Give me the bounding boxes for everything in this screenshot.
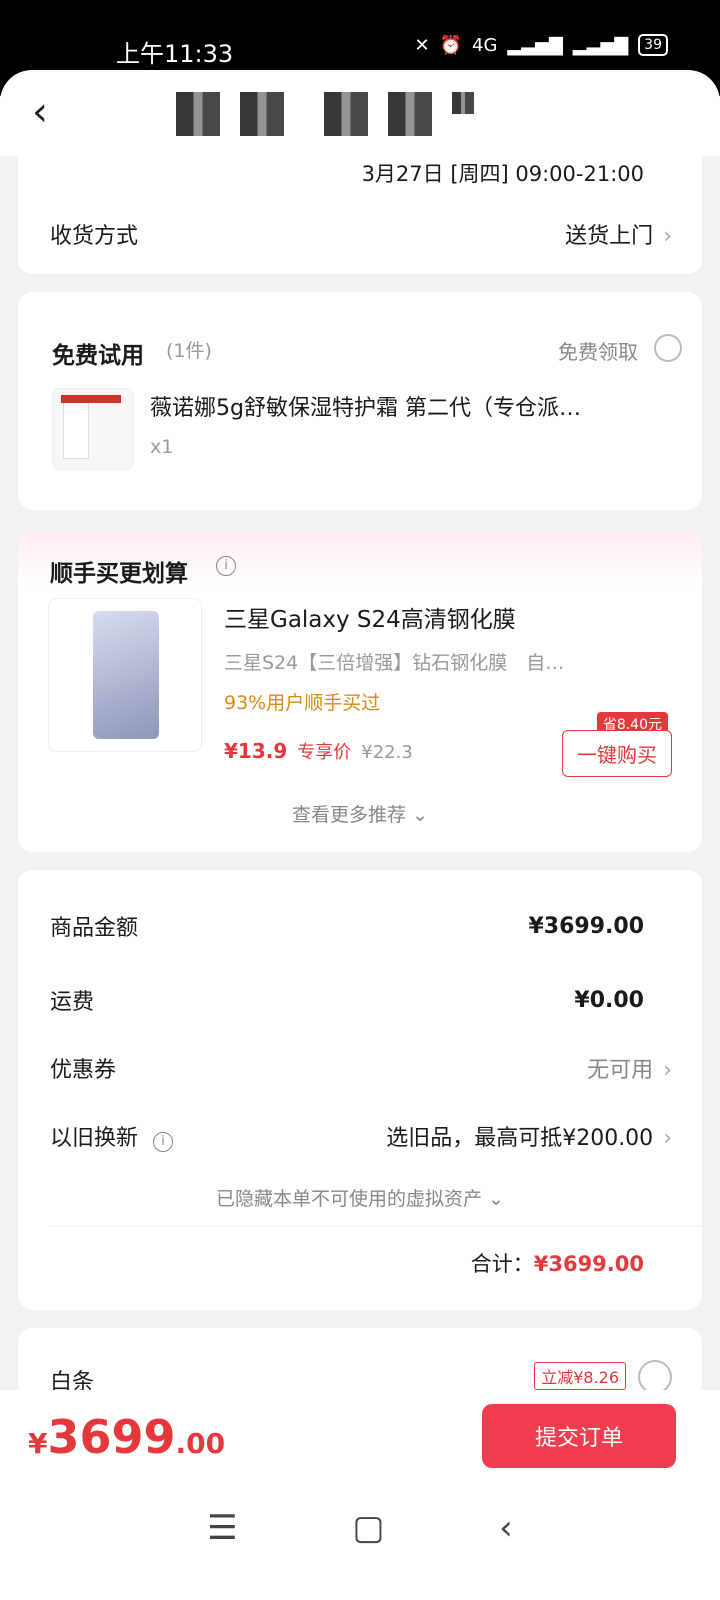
total-line: 合计：¥3699.00 — [471, 1248, 644, 1278]
chevron-right-icon: › — [663, 1058, 672, 1083]
coupon-row[interactable]: 优惠券 无可用 › — [50, 1052, 672, 1084]
chevron-right-icon: › — [663, 1126, 672, 1151]
goods-amount-value: ¥3699.00 — [528, 913, 644, 939]
see-more-link[interactable]: 查看更多推荐 ⌄ — [18, 800, 702, 827]
network-label: 4G — [472, 34, 498, 56]
home-square-icon[interactable]: ▢ — [352, 1508, 384, 1548]
redacted-block — [388, 92, 432, 136]
goods-amount-row: 商品金额 ¥3699.00 — [50, 910, 672, 942]
status-icons: ✕ ⏰ 4G ▂▃▅▇ ▂▃▅▇ 39 — [414, 34, 668, 56]
bottom-bar: ¥ 3699 .00 提交订单 ☰ ▢ ‹ — [0, 1390, 720, 1600]
product-label-shape — [61, 395, 121, 403]
delivery-method-label: 收货方式 — [50, 224, 139, 249]
shipping-value: ¥0.00 — [574, 987, 644, 1013]
reco-product-image[interactable] — [48, 598, 202, 752]
divider — [48, 1226, 702, 1227]
bottom-total: ¥ 3699 .00 — [28, 1410, 225, 1464]
trial-product-qty: x1 — [150, 436, 174, 458]
trial-title: 免费试用 — [52, 343, 144, 369]
reco-product-desc: 三星S24【三倍增强】钻石钢化膜 自… — [224, 652, 565, 674]
trade-in-value-wrap: 选旧品，最高可抵¥200.00 › — [386, 1120, 672, 1152]
see-more-label: 查看更多推荐 — [292, 804, 407, 826]
reco-price: ¥13.9 — [224, 739, 288, 763]
delivery-card: 3月27日 [周四] 09:00-21:00 收货方式 送货上门 › — [18, 150, 702, 274]
reco-popularity: 93%用户顺手买过 — [224, 692, 381, 714]
redacted-block — [324, 92, 368, 136]
battery-icon: 39 — [638, 34, 668, 56]
info-icon[interactable]: i — [216, 556, 236, 576]
order-summary-card: 商品金额 ¥3699.00 运费 ¥0.00 优惠券 无可用 › 以旧换新 i 选… — [18, 870, 702, 1310]
trade-in-label: 以旧换新 — [50, 1126, 139, 1151]
system-nav-bar: ☰ ▢ ‹ — [0, 1508, 720, 1548]
delivery-method-row[interactable]: 收货方式 送货上门 › — [50, 218, 672, 250]
redacted-block — [176, 92, 220, 136]
hidden-assets-label: 已隐藏本单不可使用的虚拟资产 — [216, 1188, 483, 1210]
back-icon[interactable]: ‹ — [499, 1508, 513, 1548]
reco-price-line: ¥13.9 专享价 ¥22.3 — [224, 738, 413, 764]
phone-film-shape — [93, 611, 159, 739]
trade-in-row[interactable]: 以旧换新 i 选旧品，最高可抵¥200.00 › — [50, 1120, 672, 1152]
hidden-assets-toggle[interactable]: 已隐藏本单不可使用的虚拟资产 ⌄ — [18, 1184, 702, 1211]
chevron-down-icon: ⌄ — [412, 804, 428, 826]
amount-decimal: .00 — [175, 1427, 226, 1460]
payment-discount-badge: 立减¥8.26 — [534, 1362, 626, 1390]
trial-product-name[interactable]: 薇诺娜5g舒敏保湿特护霜 第二代（专仓派… — [150, 390, 581, 422]
trade-in-value: 选旧品，最高可抵¥200.00 — [386, 1126, 654, 1151]
delivery-method-value: 送货上门 — [565, 224, 654, 249]
total-value: ¥3699.00 — [533, 1252, 644, 1276]
shipping-label: 运费 — [50, 990, 95, 1015]
redacted-block — [240, 92, 284, 136]
amount-integer: 3699 — [47, 1410, 176, 1464]
trial-product-image[interactable] — [52, 388, 134, 470]
one-click-buy-button[interactable]: 一键购买 — [562, 730, 672, 777]
coupon-value: 无可用 — [587, 1058, 654, 1083]
signal-icon-2: ▂▃▅▇ — [572, 34, 629, 56]
trial-count: (1件) — [166, 340, 212, 362]
coupon-label: 优惠券 — [50, 1058, 117, 1083]
page-title-redacted — [176, 92, 474, 136]
top-navigation: ‹ — [0, 70, 720, 156]
info-icon[interactable]: i — [153, 1132, 174, 1152]
trade-in-label-wrap: 以旧换新 i — [50, 1120, 174, 1152]
free-trial-card: 免费试用 (1件) 免费领取 薇诺娜5g舒敏保湿特护霜 第二代（专仓派… x1 — [18, 292, 702, 510]
goods-amount-label: 商品金额 — [50, 916, 139, 941]
reco-original-price: ¥22.3 — [361, 742, 413, 763]
payment-card: 白条 立减¥8.26 — [18, 1328, 702, 1398]
total-label: 合计： — [470, 1252, 534, 1276]
delivery-method-value-wrap: 送货上门 › — [565, 218, 672, 250]
trial-claim-radio[interactable] — [654, 334, 682, 362]
reco-price-label: 专享价 — [297, 742, 352, 763]
back-chevron-icon[interactable]: ‹ — [32, 92, 48, 132]
redacted-block — [452, 92, 474, 114]
chevron-down-icon: ⌄ — [488, 1188, 504, 1210]
alarm-icon: ⏰ — [439, 34, 463, 56]
payment-radio[interactable] — [638, 1360, 672, 1394]
chevron-right-icon: › — [663, 224, 672, 249]
reco-title: 顺手买更划算 — [50, 561, 188, 587]
trial-claim-label: 免费领取 — [558, 340, 638, 364]
product-box-shape — [63, 401, 89, 459]
menu-icon[interactable]: ☰ — [207, 1508, 237, 1548]
coupon-value-wrap: 无可用 › — [587, 1052, 672, 1084]
status-time: 上午11:33 — [116, 40, 234, 68]
shipping-row: 运费 ¥0.00 — [50, 984, 672, 1016]
mute-icon: ✕ — [414, 34, 430, 56]
signal-icon: ▂▃▅▇ — [507, 34, 563, 56]
recommend-card: 顺手买更划算 i 三星Galaxy S24高清钢化膜 三星S24【三倍增强】钻石… — [18, 530, 702, 852]
delivery-date: 3月27日 [周四] 09:00-21:00 — [361, 162, 644, 186]
currency-symbol: ¥ — [28, 1427, 48, 1460]
submit-order-button[interactable]: 提交订单 — [482, 1404, 676, 1468]
reco-product-name[interactable]: 三星Galaxy S24高清钢化膜 — [224, 600, 516, 634]
